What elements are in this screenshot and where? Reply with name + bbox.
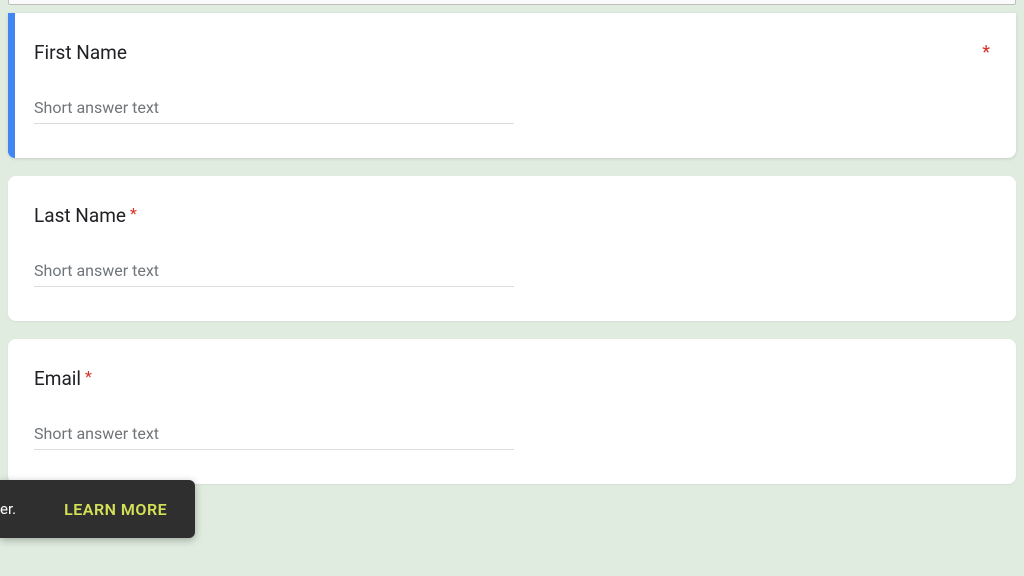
learn-more-button[interactable]: LEARN MORE <box>64 500 167 519</box>
form-container: First Name * Last Name* Email* <box>0 13 1024 484</box>
last-name-input[interactable] <box>34 257 514 287</box>
question-header-row: Last Name* <box>34 204 990 227</box>
question-header-row: Email* <box>34 367 990 390</box>
question-label: First Name <box>34 41 127 64</box>
question-header-row: First Name * <box>34 41 990 64</box>
notification-text: er. <box>0 500 16 518</box>
answer-input-wrapper <box>34 420 514 450</box>
question-card-email[interactable]: Email* <box>8 339 1016 484</box>
first-name-input[interactable] <box>34 94 514 124</box>
question-label-text: Email <box>34 367 81 390</box>
question-label-text: Last Name <box>34 204 126 227</box>
notification-bar: er. LEARN MORE <box>0 480 195 538</box>
required-star-icon: * <box>982 42 990 63</box>
top-toolbar-edge <box>8 0 1016 5</box>
question-label: Email* <box>34 367 92 390</box>
required-star-icon: * <box>130 204 137 223</box>
required-star-icon: * <box>85 367 92 386</box>
question-card-last-name[interactable]: Last Name* <box>8 176 1016 321</box>
question-card-first-name[interactable]: First Name * <box>8 13 1016 158</box>
answer-input-wrapper <box>34 94 514 124</box>
email-input[interactable] <box>34 420 514 450</box>
answer-input-wrapper <box>34 257 514 287</box>
question-label: Last Name* <box>34 204 137 227</box>
